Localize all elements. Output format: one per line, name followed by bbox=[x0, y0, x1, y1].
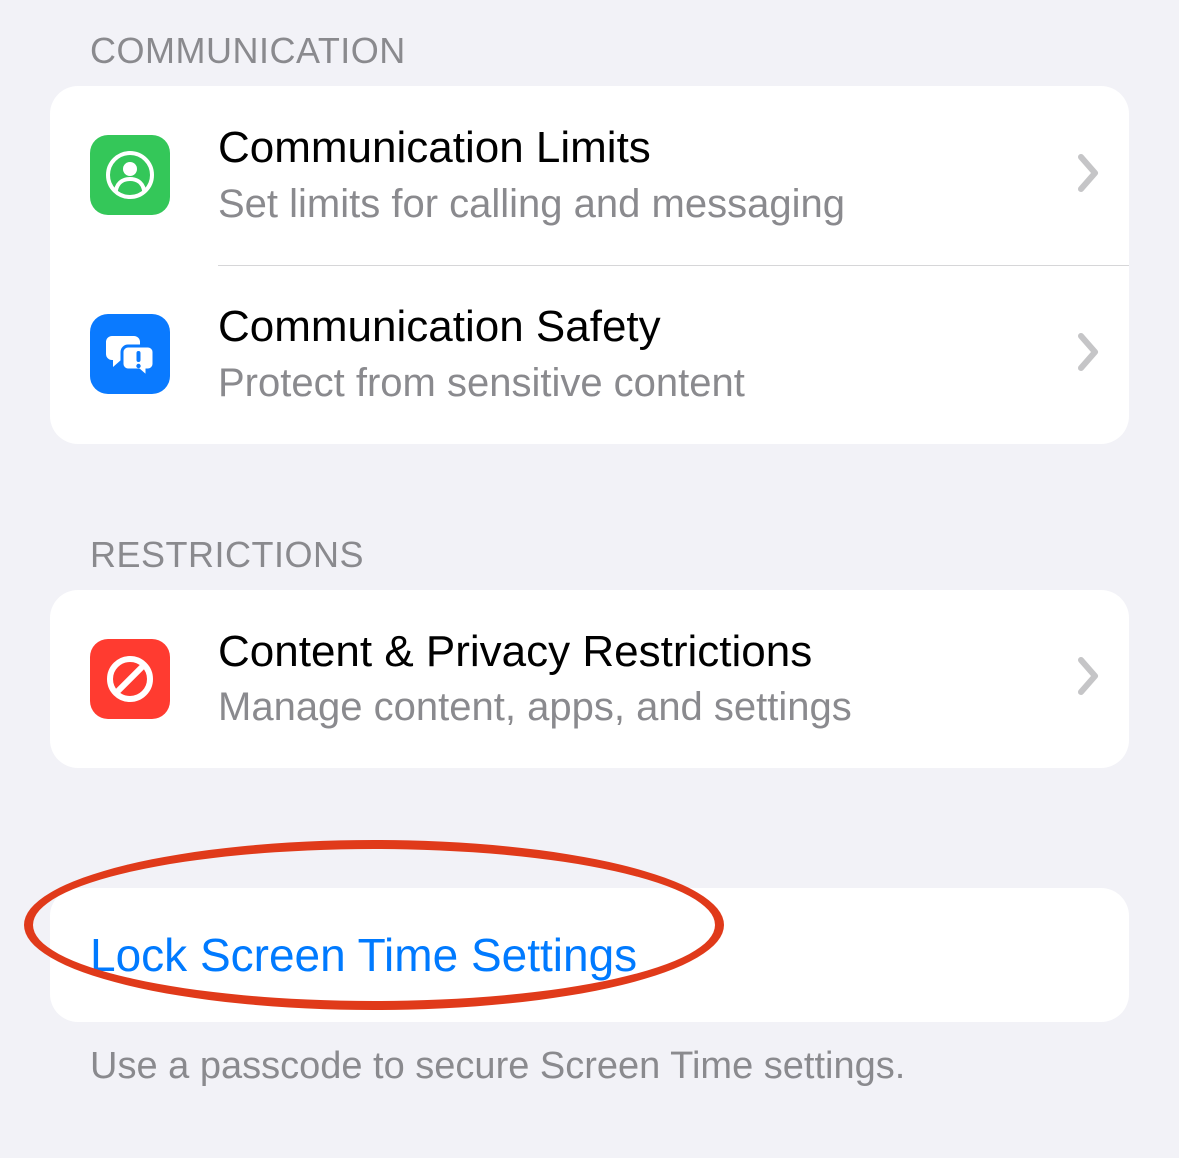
restrictions-card: Content & Privacy Restrictions Manage co… bbox=[50, 590, 1129, 769]
row-subtitle: Protect from sensitive content bbox=[218, 358, 1061, 408]
row-subtitle: Set limits for calling and messaging bbox=[218, 179, 1061, 229]
row-title: Content & Privacy Restrictions bbox=[218, 626, 1061, 679]
row-text: Communication Limits Set limits for call… bbox=[218, 116, 1061, 235]
lock-screen-time-link[interactable]: Lock Screen Time Settings bbox=[90, 928, 637, 982]
row-title: Communication Safety bbox=[218, 301, 1061, 354]
lock-footer-text: Use a passcode to secure Screen Time set… bbox=[50, 1022, 1129, 1091]
row-text: Communication Safety Protect from sensit… bbox=[218, 295, 1061, 414]
chat-alert-icon bbox=[90, 314, 170, 394]
row-text: Content & Privacy Restrictions Manage co… bbox=[218, 620, 1061, 739]
row-communication-safety[interactable]: Communication Safety Protect from sensit… bbox=[50, 265, 1129, 444]
section-header-restrictions: RESTRICTIONS bbox=[50, 534, 1129, 590]
no-entry-icon bbox=[90, 639, 170, 719]
row-content-privacy[interactable]: Content & Privacy Restrictions Manage co… bbox=[50, 590, 1129, 769]
chevron-right-icon bbox=[1077, 153, 1101, 198]
settings-page: COMMUNICATION Communication Limits Set l… bbox=[0, 0, 1179, 1092]
communication-card: Communication Limits Set limits for call… bbox=[50, 86, 1129, 444]
row-communication-limits[interactable]: Communication Limits Set limits for call… bbox=[50, 86, 1129, 265]
chevron-right-icon bbox=[1077, 656, 1101, 701]
section-header-communication: COMMUNICATION bbox=[50, 30, 1129, 86]
row-subtitle: Manage content, apps, and settings bbox=[218, 682, 1061, 732]
chevron-right-icon bbox=[1077, 332, 1101, 377]
row-title: Communication Limits bbox=[218, 122, 1061, 175]
person-circle-icon bbox=[90, 135, 170, 215]
lock-screen-time-card[interactable]: Lock Screen Time Settings bbox=[50, 888, 1129, 1022]
